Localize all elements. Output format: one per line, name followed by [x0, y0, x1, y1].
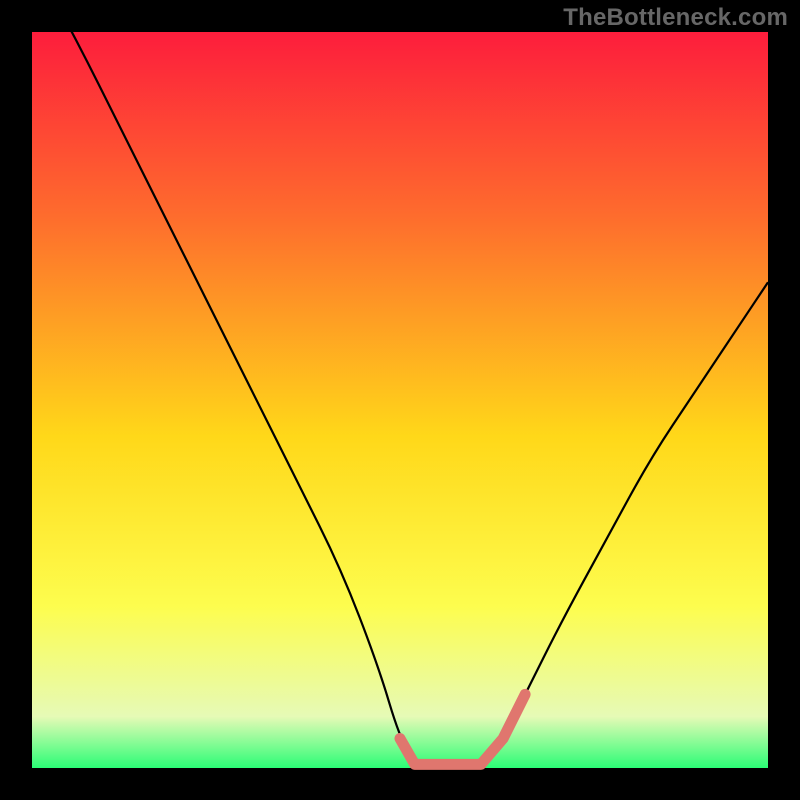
bottleneck-chart — [0, 0, 800, 800]
gradient-background — [32, 32, 768, 768]
watermark-text: TheBottleneck.com — [563, 4, 788, 32]
chart-container: TheBottleneck.com — [0, 0, 800, 800]
